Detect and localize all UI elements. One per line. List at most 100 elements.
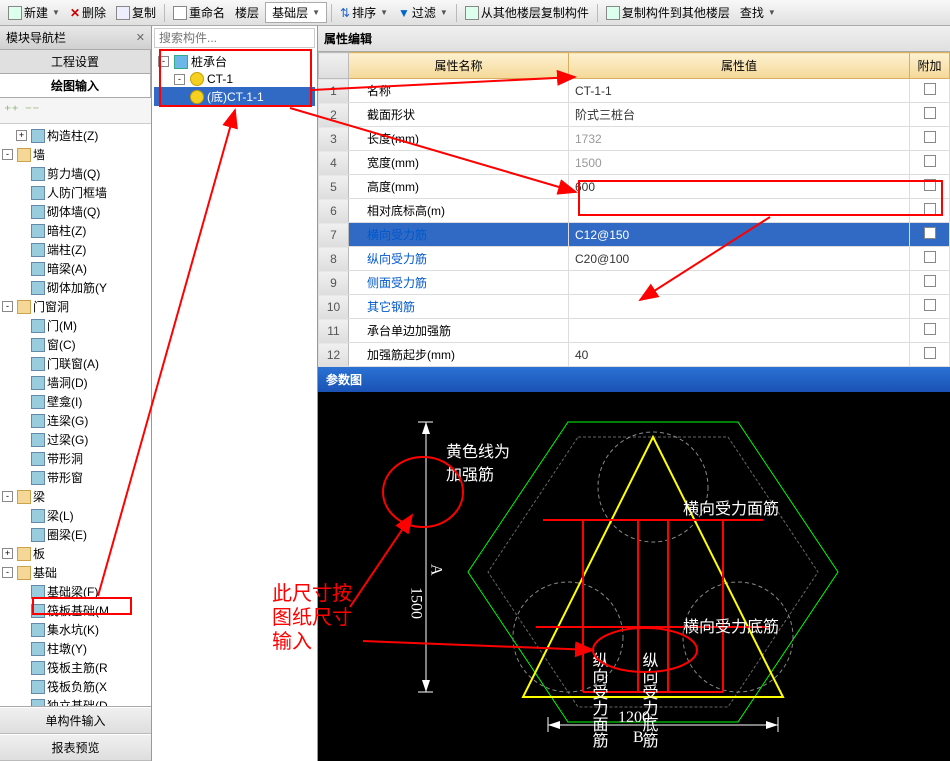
extra-checkbox[interactable]	[924, 323, 936, 335]
prop-value[interactable]	[569, 271, 910, 295]
prop-extra[interactable]	[910, 343, 950, 367]
property-table[interactable]: 属性名称 属性值 附加 1名称CT-1-12截面形状阶式三桩台3长度(mm)17…	[318, 52, 950, 367]
prop-value[interactable]	[569, 319, 910, 343]
expander-icon[interactable]	[16, 263, 27, 274]
tree-item[interactable]: 圈梁(E)	[0, 525, 151, 544]
extra-checkbox[interactable]	[924, 347, 936, 359]
tree-item[interactable]: +构造柱(Z)	[0, 126, 151, 145]
prop-extra[interactable]	[910, 223, 950, 247]
tree-item[interactable]: 暗柱(Z)	[0, 221, 151, 240]
copy-button[interactable]: 复制	[112, 2, 160, 23]
expander-icon[interactable]: -	[174, 74, 185, 85]
expander-icon[interactable]	[16, 377, 27, 388]
expander-icon[interactable]: -	[2, 491, 13, 502]
tree-item[interactable]: +板	[0, 544, 151, 563]
property-row[interactable]: 4宽度(mm)1500	[319, 151, 950, 175]
tree-item[interactable]: 壁龛(I)	[0, 392, 151, 411]
expander-icon[interactable]	[16, 662, 27, 673]
instance-tree-item[interactable]: (底)CT-1-1	[154, 87, 315, 106]
expander-icon[interactable]	[16, 605, 27, 616]
expand-all-icon[interactable]: ⁺⁺	[4, 102, 19, 119]
tree-item[interactable]: -基础	[0, 563, 151, 582]
instance-tree-item[interactable]: -CT-1	[154, 71, 315, 87]
tree-item[interactable]: 连梁(G)	[0, 411, 151, 430]
prop-extra[interactable]	[910, 199, 950, 223]
expander-icon[interactable]	[16, 320, 27, 331]
prop-extra[interactable]	[910, 271, 950, 295]
expander-icon[interactable]: +	[2, 548, 13, 559]
prop-value[interactable]: C12@150	[569, 223, 910, 247]
expander-icon[interactable]	[16, 529, 27, 540]
property-row[interactable]: 2截面形状阶式三桩台	[319, 103, 950, 127]
tree-item[interactable]: 过梁(G)	[0, 430, 151, 449]
prop-value[interactable]: 阶式三桩台	[569, 103, 910, 127]
prop-value[interactable]: CT-1-1	[569, 79, 910, 103]
expander-icon[interactable]	[16, 244, 27, 255]
filter-button[interactable]: ▼过滤▼	[394, 2, 452, 23]
expander-icon[interactable]	[16, 225, 27, 236]
property-row[interactable]: 6相对底标高(m)	[319, 199, 950, 223]
expander-icon[interactable]	[16, 510, 27, 521]
tree-item[interactable]: 剪力墙(Q)	[0, 164, 151, 183]
copy-to-button[interactable]: 复制构件到其他楼层	[602, 2, 734, 23]
tree-item[interactable]: 带形窗	[0, 468, 151, 487]
expander-icon[interactable]: -	[2, 301, 13, 312]
extra-checkbox[interactable]	[924, 107, 936, 119]
tree-item[interactable]: 梁(L)	[0, 506, 151, 525]
extra-checkbox[interactable]	[924, 155, 936, 167]
expander-icon[interactable]: +	[16, 130, 27, 141]
floor-select[interactable]: 基础层▼	[265, 2, 327, 23]
extra-checkbox[interactable]	[924, 227, 936, 239]
prop-extra[interactable]	[910, 247, 950, 271]
tree-item[interactable]: 窗(C)	[0, 335, 151, 354]
prop-value[interactable]: 600	[569, 175, 910, 199]
expander-icon[interactable]: -	[2, 149, 13, 160]
copy-from-button[interactable]: 从其他楼层复制构件	[461, 2, 593, 23]
expander-icon[interactable]	[16, 586, 27, 597]
tree-item[interactable]: 门(M)	[0, 316, 151, 335]
tree-item[interactable]: 端柱(Z)	[0, 240, 151, 259]
extra-checkbox[interactable]	[924, 83, 936, 95]
tree-item[interactable]: 砌体墙(Q)	[0, 202, 151, 221]
expander-icon[interactable]	[16, 434, 27, 445]
tree-item[interactable]: 墙洞(D)	[0, 373, 151, 392]
prop-extra[interactable]	[910, 127, 950, 151]
tree-item[interactable]: 筏板基础(M	[0, 601, 151, 620]
tree-item[interactable]: 筏板负筋(X	[0, 677, 151, 696]
expander-icon[interactable]	[16, 282, 27, 293]
collapse-all-icon[interactable]: ⁻⁻	[25, 102, 40, 119]
tree-item[interactable]: 集水坑(K)	[0, 620, 151, 639]
extra-checkbox[interactable]	[924, 131, 936, 143]
prop-extra[interactable]	[910, 151, 950, 175]
prop-value[interactable]: C20@100	[569, 247, 910, 271]
property-row[interactable]: 7横向受力筋C12@150	[319, 223, 950, 247]
expander-icon[interactable]	[16, 168, 27, 179]
property-row[interactable]: 12加强筋起步(mm)40	[319, 343, 950, 367]
tree-item[interactable]: 门联窗(A)	[0, 354, 151, 373]
tab-draw-input[interactable]: 绘图输入	[0, 74, 151, 97]
property-row[interactable]: 8纵向受力筋C20@100	[319, 247, 950, 271]
tree-item[interactable]: 柱墩(Y)	[0, 639, 151, 658]
expander-icon[interactable]	[16, 206, 27, 217]
prop-value[interactable]: 40	[569, 343, 910, 367]
single-component-input-button[interactable]: 单构件输入	[0, 707, 151, 734]
expander-icon[interactable]	[16, 358, 27, 369]
tree-item[interactable]: 砌体加筋(Y	[0, 278, 151, 297]
expander-icon[interactable]	[16, 396, 27, 407]
search-input[interactable]	[154, 28, 315, 48]
component-tree[interactable]: +构造柱(Z)-墙剪力墙(Q)人防门框墙砌体墙(Q)暗柱(Z)端柱(Z)暗梁(A…	[0, 124, 151, 706]
expander-icon[interactable]	[16, 187, 27, 198]
extra-checkbox[interactable]	[924, 299, 936, 311]
extra-checkbox[interactable]	[924, 203, 936, 215]
sort-button[interactable]: ⇅排序▼	[336, 2, 392, 23]
expander-icon[interactable]	[16, 453, 27, 464]
property-row[interactable]: 9侧面受力筋	[319, 271, 950, 295]
property-row[interactable]: 3长度(mm)1732	[319, 127, 950, 151]
tab-project-settings[interactable]: 工程设置	[0, 50, 151, 73]
tree-item[interactable]: -梁	[0, 487, 151, 506]
new-button[interactable]: 新建▼	[4, 2, 64, 23]
prop-extra[interactable]	[910, 103, 950, 127]
property-row[interactable]: 1名称CT-1-1	[319, 79, 950, 103]
extra-checkbox[interactable]	[924, 275, 936, 287]
delete-button[interactable]: ✕删除	[66, 2, 110, 23]
